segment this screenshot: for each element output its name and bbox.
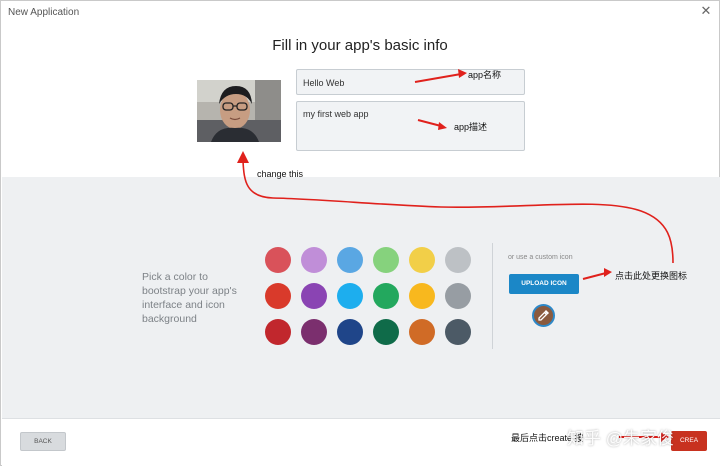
color-swatch[interactable]: [445, 283, 471, 309]
app-window: New Application ✕ Fill in your app's bas…: [0, 0, 720, 466]
color-swatch[interactable]: [409, 247, 435, 273]
color-swatch[interactable]: [337, 319, 363, 345]
app-description-input[interactable]: my first web app: [296, 101, 525, 151]
color-swatch[interactable]: [445, 319, 471, 345]
color-swatch[interactable]: [301, 319, 327, 345]
annotation-description-note: app描述: [454, 122, 488, 132]
page-title: Fill in your app's basic info: [272, 37, 448, 54]
annotation-photo-note: change this: [257, 169, 304, 179]
window-title: New Application: [8, 7, 80, 18]
color-swatch[interactable]: [337, 283, 363, 309]
upload-icon-button[interactable]: UPLOAD ICON: [509, 274, 579, 294]
annotation-upload-note: 点击此处更换图标: [615, 271, 688, 281]
color-swatch[interactable]: [409, 283, 435, 309]
eyedropper-icon: [538, 310, 549, 321]
color-swatch[interactable]: [337, 247, 363, 273]
color-swatch[interactable]: [265, 283, 291, 309]
titlebar: New Application ✕: [1, 1, 719, 27]
annotation-name-note: app名称: [468, 70, 502, 80]
back-button[interactable]: BACK: [20, 432, 66, 451]
create-button[interactable]: CREA: [671, 431, 707, 451]
color-swatch[interactable]: [373, 247, 399, 273]
color-swatch[interactable]: [265, 319, 291, 345]
close-icon[interactable]: ✕: [699, 4, 713, 18]
color-swatch[interactable]: [373, 319, 399, 345]
color-swatch[interactable]: [373, 283, 399, 309]
color-picker-button[interactable]: [532, 304, 555, 327]
section-divider: [492, 243, 493, 349]
color-swatch[interactable]: [265, 247, 291, 273]
color-swatch[interactable]: [445, 247, 471, 273]
photo-image: [197, 80, 281, 142]
color-swatch[interactable]: [301, 247, 327, 273]
custom-icon-caption: or use a custom icon: [508, 254, 573, 261]
color-swatch[interactable]: [301, 283, 327, 309]
app-photo[interactable]: [197, 80, 281, 142]
color-swatch[interactable]: [409, 319, 435, 345]
color-prompt: Pick a color to bootstrap your app's int…: [142, 271, 237, 325]
watermark: 知乎 @朱家俊: [567, 429, 674, 448]
